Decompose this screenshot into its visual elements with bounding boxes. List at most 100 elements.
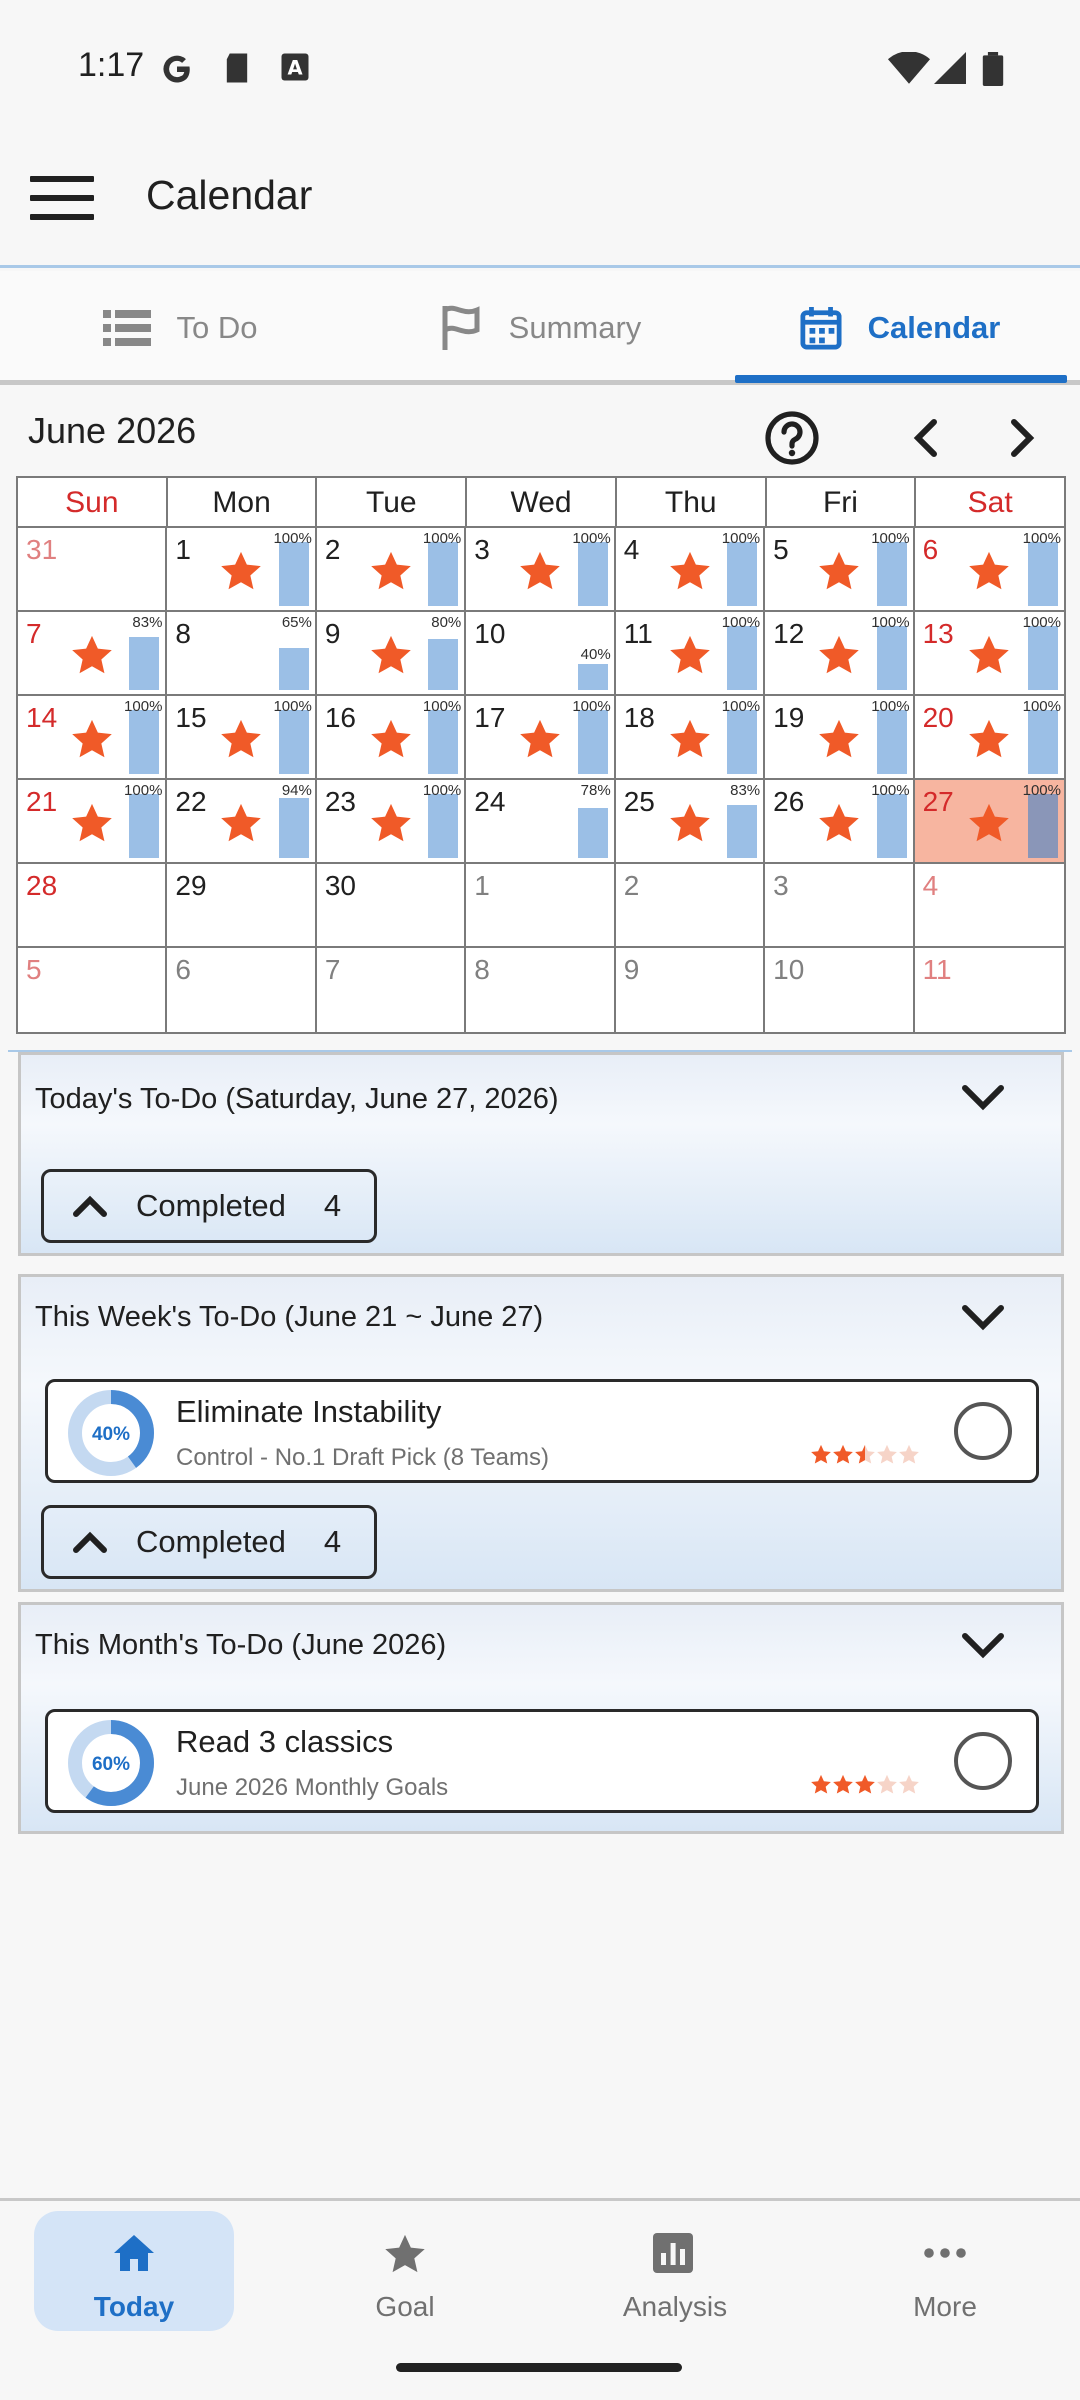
calendar-day[interactable]: 8 — [466, 948, 616, 1032]
day-number: 28 — [26, 870, 58, 901]
calendar-day[interactable]: 16 100% — [316, 696, 467, 780]
calendar-day[interactable]: 31 — [18, 528, 168, 612]
weekday-mon: Mon — [168, 478, 318, 526]
status-time: 1:17 — [78, 46, 145, 84]
nav-goal[interactable]: Goal — [305, 2211, 505, 2331]
complete-checkbox[interactable] — [954, 1402, 1012, 1460]
calendar-day[interactable]: 9 — [616, 948, 766, 1032]
day-number: 23 — [324, 786, 356, 817]
chevron-left-icon[interactable] — [908, 418, 944, 458]
calendar-day[interactable]: 6 100% — [914, 528, 1064, 612]
calendar-day[interactable]: 1 100% — [167, 528, 317, 612]
calendar-day[interactable]: 28 — [18, 864, 168, 948]
tab-summary[interactable]: Summary — [360, 271, 720, 385]
today-section-title[interactable]: Today's To-Do (Saturday, June 27, 2026) — [35, 1083, 559, 1116]
weekday-sun: Sun — [18, 478, 168, 526]
weekday-header: Sun Mon Tue Wed Thu Fri Sat — [18, 478, 1064, 528]
calendar-day[interactable]: 8 65% — [167, 612, 317, 696]
calendar-day[interactable]: 11 — [915, 948, 1064, 1032]
calendar-day[interactable]: 10 — [765, 948, 915, 1032]
chevron-right-icon[interactable] — [1004, 418, 1040, 458]
complete-checkbox[interactable] — [954, 1732, 1012, 1790]
calendar-day[interactable]: 2 100% — [316, 528, 467, 612]
day-number: 3 — [474, 534, 490, 565]
chevron-down-icon[interactable] — [961, 1631, 1005, 1661]
calendar-day[interactable]: 5 — [18, 948, 168, 1032]
calendar-day[interactable]: 29 — [167, 864, 317, 948]
achievement-star-icon — [668, 802, 712, 846]
todo-card[interactable]: 40% Eliminate Instability Control - No.1… — [45, 1379, 1039, 1483]
calendar-day[interactable]: 30 — [316, 864, 467, 948]
calendar-day[interactable]: 13 100% — [914, 612, 1064, 696]
week-section-title[interactable]: This Week's To-Do (June 21 ~ June 27) — [35, 1301, 543, 1334]
achievement-star-icon — [369, 718, 413, 762]
week-completed-button[interactable]: Completed 4 — [41, 1505, 377, 1579]
progress-bar — [727, 805, 758, 858]
chevron-down-icon[interactable] — [961, 1083, 1005, 1113]
calendar-day[interactable]: 9 80% — [316, 612, 467, 696]
progress-bar — [876, 794, 907, 858]
calendar-day[interactable]: 22 94% — [167, 780, 317, 864]
calendar-day[interactable]: 21 100% — [18, 780, 168, 864]
progress-bar — [876, 710, 907, 774]
calendar-day[interactable]: 19 100% — [765, 696, 915, 780]
calendar-day[interactable]: 20 100% — [914, 696, 1064, 780]
progress-bar — [577, 808, 608, 858]
calendar-day[interactable]: 7 83% — [18, 612, 168, 696]
progress-bar — [1028, 626, 1058, 690]
calendar-day[interactable]: 5 100% — [765, 528, 915, 612]
calendar-day[interactable]: 15 100% — [167, 696, 317, 780]
chevron-down-icon[interactable] — [961, 1303, 1005, 1333]
tab-calendar[interactable]: Calendar — [720, 271, 1080, 385]
day-number: 9 — [623, 954, 640, 985]
nav-today[interactable]: Today — [34, 2211, 234, 2331]
calendar-day[interactable]: 18 100% — [615, 696, 766, 780]
tab-todo[interactable]: To Do — [0, 271, 360, 385]
day-number: 26 — [773, 786, 805, 817]
calendar-day[interactable]: 11 100% — [615, 612, 766, 696]
calendar-day[interactable]: 10 40% — [466, 612, 616, 696]
calendar-day[interactable]: 2 — [615, 864, 766, 948]
day-number: 13 — [922, 618, 954, 649]
day-number: 16 — [324, 702, 356, 733]
calendar-day[interactable]: 1 — [466, 864, 616, 948]
progress-percent: 100% — [422, 698, 462, 715]
achievement-star-icon — [967, 550, 1011, 594]
day-number: 7 — [26, 618, 42, 649]
progress-percent: 65% — [281, 614, 312, 631]
nav-more[interactable]: More — [845, 2211, 1045, 2331]
calendar-day[interactable]: 12 100% — [765, 612, 915, 696]
calendar-day[interactable]: 3 100% — [466, 528, 616, 612]
help-icon[interactable] — [764, 410, 820, 466]
achievement-star-icon — [668, 550, 712, 594]
progress-percent: 100% — [572, 530, 611, 547]
today-completed-button[interactable]: Completed 4 — [41, 1169, 377, 1243]
progress-bar — [727, 542, 758, 606]
month-section-title[interactable]: This Month's To-Do (June 2026) — [35, 1629, 446, 1662]
calendar-day[interactable]: 23 100% — [316, 780, 467, 864]
calendar-day[interactable]: 3 — [765, 864, 915, 948]
todo-card[interactable]: 60% Read 3 classics June 2026 Monthly Go… — [45, 1709, 1039, 1813]
calendar-day[interactable]: 7 — [317, 948, 467, 1032]
progress-label: 60% — [92, 1754, 130, 1775]
status-bar: 1:17 A — [0, 0, 1080, 130]
calendar-day[interactable]: 4 — [914, 864, 1064, 948]
progress-bar — [278, 648, 309, 690]
week-todo-section: This Week's To-Do (June 21 ~ June 27) 40… — [18, 1274, 1064, 1592]
day-number: 24 — [474, 786, 506, 817]
progress-percent: 83% — [132, 614, 163, 631]
text-icon: A — [281, 53, 309, 81]
calendar-day[interactable]: 4 100% — [615, 528, 766, 612]
calendar-day-today[interactable]: 27 100% — [914, 780, 1064, 864]
day-number: 14 — [26, 702, 58, 733]
calendar-day[interactable]: 26 100% — [765, 780, 915, 864]
calendar-day[interactable]: 14 100% — [18, 696, 168, 780]
hamburger-menu-icon[interactable] — [30, 176, 94, 220]
progress-bar — [1028, 794, 1058, 858]
calendar-day[interactable]: 25 83% — [615, 780, 766, 864]
nav-analysis[interactable]: Analysis — [575, 2211, 775, 2331]
rating-star-icon — [898, 1444, 920, 1470]
calendar-day[interactable]: 6 — [167, 948, 317, 1032]
calendar-day[interactable]: 17 100% — [466, 696, 616, 780]
calendar-day[interactable]: 24 78% — [466, 780, 616, 864]
